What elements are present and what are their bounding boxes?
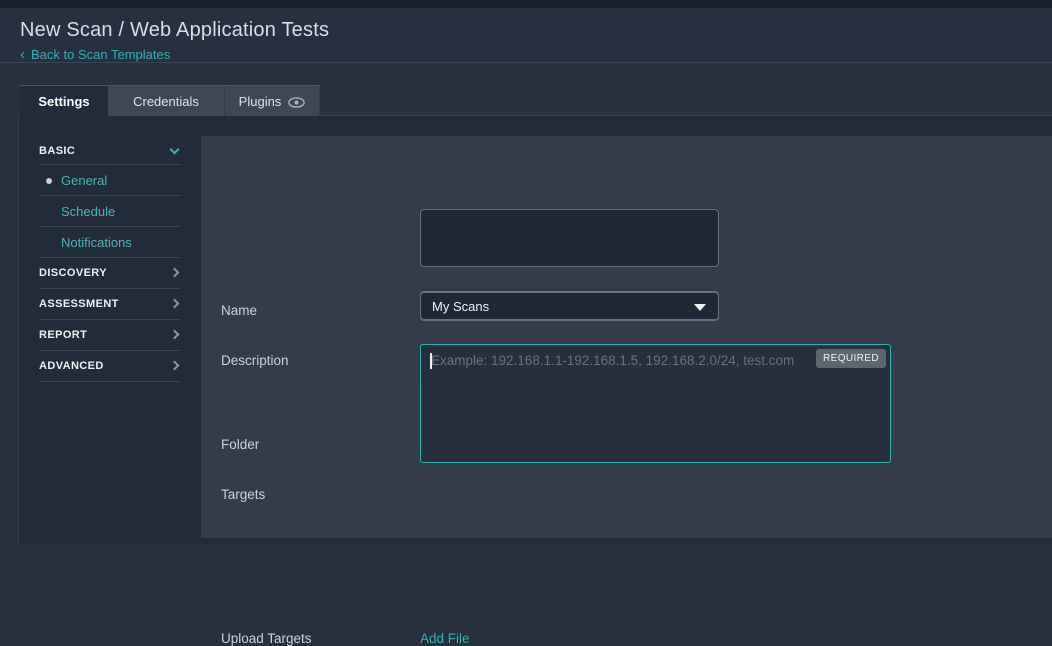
required-badge: REQUIRED bbox=[816, 349, 886, 368]
sidebar-section-assessment[interactable]: ASSESSMENT bbox=[39, 289, 181, 320]
settings-sidebar: BASIC General Schedule Notifications DIS… bbox=[39, 138, 181, 382]
chevron-right-icon bbox=[170, 268, 180, 278]
scan-settings-form: Name Description Folder My Scans Targets… bbox=[201, 136, 1052, 538]
sidebar-item-notifications-label: Notifications bbox=[39, 235, 132, 250]
name-field-label: Name bbox=[221, 303, 257, 318]
page-title: New Scan / Web Application Tests bbox=[20, 19, 1052, 42]
targets-field-wrap: REQUIRED bbox=[420, 344, 891, 463]
description-field-label: Description bbox=[221, 353, 289, 368]
chevron-right-icon bbox=[170, 330, 180, 340]
back-to-scan-templates-link[interactable]: ‹ Back to Scan Templates bbox=[20, 47, 170, 62]
sidebar-section-basic-label: BASIC bbox=[39, 145, 75, 157]
back-link-label: Back to Scan Templates bbox=[31, 47, 170, 62]
sidebar-section-advanced[interactable]: ADVANCED bbox=[39, 351, 181, 382]
upload-targets-label: Upload Targets bbox=[221, 631, 312, 646]
sidebar-section-report-label: REPORT bbox=[39, 329, 87, 341]
add-file-link[interactable]: Add File bbox=[420, 631, 470, 646]
tab-plugins[interactable]: Plugins bbox=[225, 86, 320, 116]
sidebar-section-report[interactable]: REPORT bbox=[39, 320, 181, 351]
text-cursor bbox=[430, 353, 432, 369]
top-window-strip bbox=[0, 0, 1052, 8]
active-item-bullet-icon bbox=[46, 178, 52, 184]
eye-icon bbox=[288, 96, 305, 107]
sidebar-item-schedule-label: Schedule bbox=[39, 204, 115, 219]
targets-field-label: Targets bbox=[221, 487, 265, 502]
tab-credentials[interactable]: Credentials bbox=[108, 86, 225, 116]
tab-plugins-label: Plugins bbox=[239, 94, 282, 109]
dropdown-arrow-icon bbox=[694, 304, 706, 311]
folder-dropdown-value: My Scans bbox=[432, 299, 489, 314]
folder-field-label: Folder bbox=[221, 437, 259, 452]
tab-settings[interactable]: Settings bbox=[20, 86, 108, 117]
sidebar-section-discovery-label: DISCOVERY bbox=[39, 267, 107, 279]
description-textarea[interactable] bbox=[420, 209, 719, 267]
sidebar-section-basic[interactable]: BASIC bbox=[39, 138, 181, 165]
chevron-down-icon bbox=[170, 145, 180, 155]
tab-settings-label: Settings bbox=[38, 94, 89, 109]
sidebar-section-advanced-label: ADVANCED bbox=[39, 360, 104, 372]
chevron-left-icon: ‹ bbox=[20, 48, 25, 61]
page-header: New Scan / Web Application Tests ‹ Back … bbox=[0, 8, 1052, 63]
sidebar-item-notifications[interactable]: Notifications bbox=[39, 227, 181, 258]
settings-panel: BASIC General Schedule Notifications DIS… bbox=[18, 115, 1052, 545]
sidebar-section-assessment-label: ASSESSMENT bbox=[39, 298, 119, 310]
chevron-right-icon bbox=[170, 361, 180, 371]
chevron-right-icon bbox=[170, 299, 180, 309]
sidebar-section-discovery[interactable]: DISCOVERY bbox=[39, 258, 181, 289]
tab-bar: Settings Credentials Plugins bbox=[20, 85, 320, 116]
sidebar-item-schedule[interactable]: Schedule bbox=[39, 196, 181, 227]
folder-dropdown[interactable]: My Scans bbox=[420, 292, 719, 320]
sidebar-item-general[interactable]: General bbox=[39, 165, 181, 196]
tab-credentials-label: Credentials bbox=[133, 94, 199, 109]
